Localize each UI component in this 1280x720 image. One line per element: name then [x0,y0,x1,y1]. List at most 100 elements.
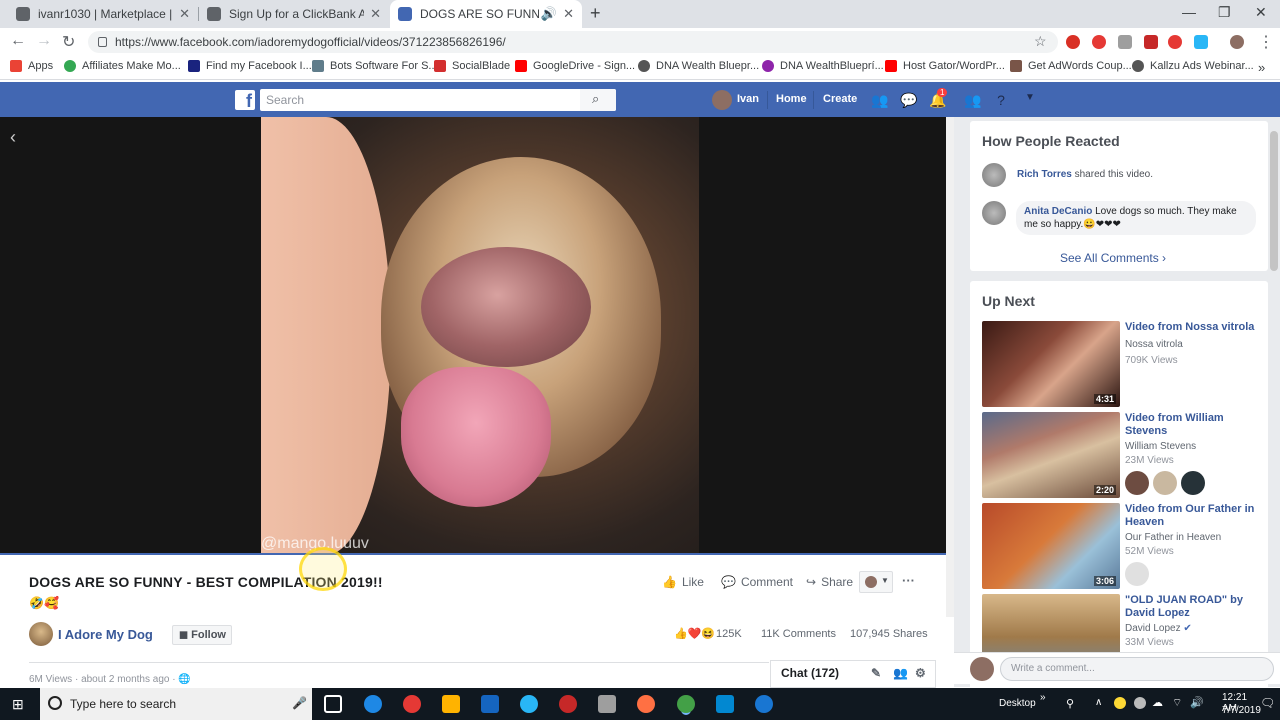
people-icon[interactable]: ⚲ [1066,697,1074,710]
bookmark-item[interactable]: DNA Wealth Bluepr... [638,60,759,72]
help-icon[interactable]: ? [993,92,1009,108]
video-player[interactable]: ‹ @mango.luuuv [0,117,946,555]
video-progress-bar[interactable] [0,553,946,555]
group-chat-icon[interactable]: 👥 [893,666,908,680]
up-next-video[interactable]: 2:20 Video from William Stevens William … [982,412,1262,498]
app-icon[interactable] [755,695,773,713]
bookmark-item[interactable]: Kallzu Ads Webinar... [1132,60,1254,72]
close-window-button[interactable]: ✕ [1255,4,1267,21]
page-scrollbar[interactable] [946,117,954,617]
wifi-icon[interactable]: ⌔ [1172,696,1182,710]
avatar[interactable] [1125,562,1149,586]
address-bar[interactable]: https://www.facebook.com/iadoremydogoffi… [88,31,1058,53]
back-arrow-icon[interactable]: ← [10,32,26,50]
app-icon[interactable] [716,695,734,713]
video-title-link[interactable]: Video from Nossa vitrola [1125,321,1265,334]
comment-input[interactable]: Write a comment... [1000,657,1274,681]
avatar[interactable] [982,163,1006,187]
extension-icon[interactable] [1144,35,1158,49]
friends-icon[interactable]: 👥 [871,92,888,108]
app-icon[interactable] [559,695,577,713]
like-button[interactable]: 👍 Like [662,575,704,589]
close-tab-icon[interactable]: ✕ [370,6,381,22]
account-menu-icon[interactable]: ▼ [1022,92,1038,108]
extension-icon[interactable] [1168,35,1182,49]
microphone-icon[interactable]: 🎤 [292,696,307,710]
share-count[interactable]: 107,945 Shares [850,628,928,640]
user-avatar[interactable] [712,90,732,110]
forward-arrow-icon[interactable]: → [36,32,52,50]
new-tab-button[interactable]: + [590,3,601,24]
back-chevron-icon[interactable]: ‹ [10,127,16,148]
profile-link[interactable]: Ivan [737,93,759,105]
gear-icon[interactable]: ⚙ [915,666,926,680]
tab-clickbank-signup[interactable]: Sign Up for a ClickBank Account ✕ [199,0,389,28]
extension-icon[interactable] [1194,35,1208,49]
bookmark-item[interactable]: DNA WealthBlueprí... [762,60,884,72]
more-bookmarks-icon[interactable]: » [1258,60,1265,75]
edge-icon[interactable] [364,695,382,713]
bookmark-item[interactable]: Find my Facebook I... [188,60,312,72]
messenger-icon[interactable]: 💬 [900,92,917,108]
clock-date[interactable]: 7/7/2019 [1222,705,1261,716]
extension-icon[interactable] [1066,35,1080,49]
tray-app-icon[interactable] [1114,697,1126,709]
reaction-count[interactable]: 125K [716,628,742,640]
bookmark-item[interactable]: Bots Software For S... [312,60,438,72]
mail-icon[interactable] [598,695,616,713]
video-title-link[interactable]: Video from Our Father in Heaven [1125,503,1265,529]
app-icon[interactable] [520,695,538,713]
bookmark-item[interactable]: Get AdWords Coup... [1010,60,1132,72]
home-link[interactable]: Home [776,93,807,105]
facebook-logo-icon[interactable]: f [235,90,255,111]
video-thumbnail[interactable]: 3:06 [982,503,1120,589]
restore-button[interactable]: ❐ [1218,4,1231,21]
create-link[interactable]: Create [823,93,857,105]
opera-icon[interactable] [403,695,421,713]
chrome-icon[interactable] [677,695,695,713]
speaker-icon[interactable]: 🔊 [541,6,557,22]
desktop-toolbar-label[interactable]: Desktop [999,698,1036,709]
page-name-link[interactable]: I Adore My Dog [58,627,153,642]
tab-clickbank-marketplace[interactable]: ivanr1030 | Marketplace | ClickBa ✕ [8,0,198,28]
up-next-video[interactable]: 3:06 Video from Our Father in Heaven Our… [982,503,1262,589]
tray-app-icon[interactable] [1134,697,1146,709]
volume-icon[interactable]: 🔊 [1190,696,1204,709]
avatar[interactable] [1153,471,1177,495]
chevron-up-icon[interactable]: ∧ [1095,697,1102,708]
profile-avatar[interactable] [1230,35,1244,49]
bookmark-item[interactable]: GoogleDrive - Sign... [515,60,635,72]
file-explorer-icon[interactable] [442,695,460,713]
taskbar-search-box[interactable]: Type here to search 🎤 [40,688,312,720]
avatar[interactable] [1181,471,1205,495]
bookmark-apps[interactable]: Apps [10,60,53,72]
share-as-selector[interactable]: ▼ [859,571,893,593]
minimize-button[interactable]: — [1182,4,1196,20]
user-link[interactable]: Rich Torres [1017,169,1072,180]
chat-bar[interactable]: Chat (172) ✎ 👥 ⚙ [770,660,936,688]
see-all-comments-link[interactable]: See All Comments › [1060,251,1166,265]
bookmark-item[interactable]: Affiliates Make Mo... [64,60,181,72]
action-center-icon[interactable]: 🗨 [1260,696,1275,710]
avatar[interactable] [1125,471,1149,495]
bookmark-star-icon[interactable]: ☆ [1034,33,1047,50]
toolbar-expand-icon[interactable]: » [1040,692,1046,703]
reaction-icons[interactable]: 👍❤️😆 [674,627,715,640]
bookmark-item[interactable]: SocialBlade [434,60,510,72]
search-input[interactable]: Search [260,89,616,111]
browser-menu-icon[interactable]: ⋮ [1258,32,1274,52]
cloud-icon[interactable]: ☁ [1152,696,1163,709]
bookmark-item[interactable]: Host Gator/WordPr... [885,60,1005,72]
close-tab-icon[interactable]: ✕ [179,6,190,22]
video-title-link[interactable]: Video from William Stevens [1125,412,1265,438]
more-options-icon[interactable]: ··· [902,573,915,588]
video-thumbnail[interactable]: 2:20 [982,412,1120,498]
search-button[interactable]: ⌕ [580,89,616,111]
compose-icon[interactable]: ✎ [871,666,881,680]
windows-start-icon[interactable]: ⊞ [12,696,24,713]
user-link[interactable]: Anita DeCanio [1024,206,1092,217]
extension-icon[interactable] [1092,35,1106,49]
video-thumbnail[interactable]: 4:31 [982,321,1120,407]
page-avatar[interactable] [29,622,53,646]
extension-icon[interactable] [1118,35,1132,49]
